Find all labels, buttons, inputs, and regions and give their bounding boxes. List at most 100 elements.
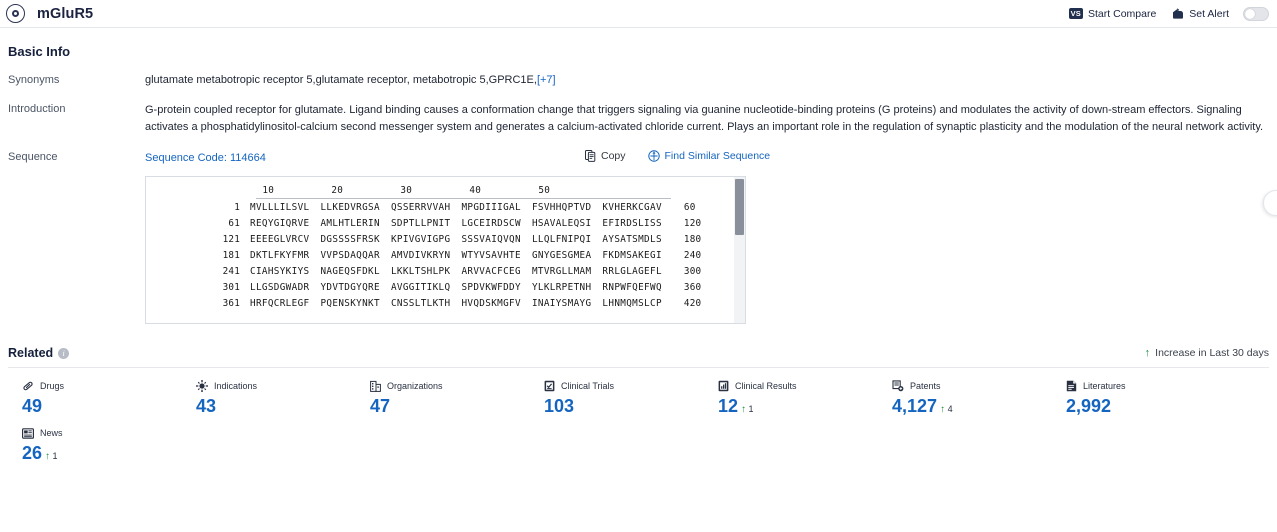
increase-note: ↑ Increase in Last 30 days <box>1145 347 1269 359</box>
sequence-tools: Copy Find Similar Sequence <box>585 150 770 162</box>
stat-value: 12 <box>718 396 739 416</box>
synonyms-text: glutamate metabotropic receptor 5,glutam… <box>145 74 537 86</box>
page-title: mGluR5 <box>37 5 94 22</box>
stat-header: Organizations <box>370 380 530 392</box>
stat-delta: ↑ 1 <box>741 404 754 415</box>
sequence-code-link[interactable]: Sequence Code: 114664 <box>145 152 266 164</box>
stat-value: 49 <box>22 396 43 416</box>
stat-delta: ↑ 1 <box>45 451 58 462</box>
sequence-chunk: ARVVACFCEG <box>461 265 521 277</box>
stat-value-wrap: 26 ↑ 1 <box>22 443 182 464</box>
basic-info-heading: Basic Info <box>8 44 71 59</box>
sequence-chunk: HSAVALEQSI <box>531 217 592 229</box>
introduction-text: G-protein coupled receptor for glutamate… <box>145 104 1264 133</box>
sequence-scrollbar[interactable] <box>734 177 745 323</box>
synonyms-more-link[interactable]: [+7] <box>537 74 556 86</box>
sequence-end-index: 360 <box>683 281 702 293</box>
stat-value-wrap: 4,127 ↑ 4 <box>892 396 1052 417</box>
synonyms-row: Synonyms glutamate metabotropic receptor… <box>8 73 1269 88</box>
sequence-chunk: INAIYSMAYG <box>531 297 592 309</box>
sequence-chunk: LGCEIRDSCW <box>461 217 521 229</box>
copy-label: Copy <box>601 150 626 162</box>
copy-sequence-button[interactable]: Copy <box>585 150 626 162</box>
sequence-content: 10 20 30 40 50 1 MVLLLILSVL LLKEDVRGSA QSSERRVV… <box>146 177 745 311</box>
stat-value: 43 <box>196 396 217 416</box>
stat-label: Patents <box>910 381 941 391</box>
sequence-chunk: LKKLTSHLPK <box>390 265 451 277</box>
stat-value-wrap: 12 ↑ 1 <box>718 396 878 417</box>
stat-card-drugs[interactable]: Drugs 49 <box>8 380 182 417</box>
synonyms-label: Synonyms <box>8 74 60 86</box>
sequence-chunk: KPIVGVIGPG <box>390 233 451 245</box>
sequence-line: 241 CIAHSYKIYS NAGEQSFDKL LKKLTSHLPK ARVVACF… <box>146 263 745 279</box>
sequence-scrollbar-thumb[interactable] <box>735 179 744 235</box>
stat-card-news[interactable]: News 26 ↑ 1 <box>8 427 182 464</box>
literature-icon <box>1066 380 1077 392</box>
vs-icon: VS <box>1068 8 1084 19</box>
stat-delta-value: 4 <box>947 404 953 414</box>
info-icon[interactable]: i <box>58 347 70 359</box>
start-compare-button[interactable]: VS Start Compare <box>1068 8 1156 20</box>
stat-card-patents[interactable]: Patents 4,127 ↑ 4 <box>878 380 1052 417</box>
virus-icon <box>196 380 208 392</box>
sequence-label: Sequence <box>8 151 58 163</box>
sequence-start-index: 361 <box>222 297 240 309</box>
news-icon <box>22 427 34 439</box>
sequence-chunk: YLKLRPETNH <box>531 281 592 293</box>
clinical-trial-icon <box>544 380 555 392</box>
sequence-end-index: 240 <box>683 249 702 261</box>
sequence-chunk: MTVRGLLMAM <box>531 265 592 277</box>
increase-note-label: Increase in Last 30 days <box>1155 347 1269 359</box>
stat-card-organizations[interactable]: Organizations 47 <box>356 380 530 417</box>
sequence-chunk: MPGDIIIGAL <box>461 201 521 213</box>
sequence-viewer[interactable]: 10 20 30 40 50 1 MVLLLILSVL LLKEDVRGSA QSSERRVV… <box>145 176 746 324</box>
arrow-up-icon: ↑ <box>45 451 51 462</box>
find-similar-sequence-button[interactable]: Find Similar Sequence <box>647 150 770 162</box>
sequence-chunk: CIAHSYKIYS <box>250 265 310 277</box>
sequence-chunk: DKTLFKYFMR <box>250 249 310 261</box>
pill-icon <box>22 380 34 392</box>
sequence-chunk: AMLHTLERIN <box>320 217 380 229</box>
clinical-result-icon <box>718 380 729 392</box>
set-alert-button[interactable]: Set Alert <box>1172 8 1229 20</box>
sequence-chunk: CNSSLTLKTH <box>390 297 451 309</box>
sequence-chunk: LLKEDVRGSA <box>320 201 380 213</box>
sequence-residues: CIAHSYKIYS NAGEQSFDKL LKKLTSHLPK ARVVACFCEG… <box>250 266 662 277</box>
sequence-chunk: KVHERKCGAV <box>602 201 662 213</box>
stat-label: Drugs <box>40 381 65 391</box>
stat-card-clinical-trials[interactable]: Clinical Trials 103 <box>530 380 704 417</box>
sequence-chunk: LLQLFNIPQI <box>531 233 592 245</box>
sequence-line: 301 LLGSDGWADR YDVTDGYQRE AVGGITIKLQ SPDVKWF… <box>146 279 745 295</box>
alert-toggle[interactable] <box>1243 6 1269 21</box>
set-alert-label: Set Alert <box>1189 7 1229 20</box>
sequence-chunk: REQYGIQRVE <box>250 217 310 229</box>
sequence-chunk: PQENSKYNKT <box>320 297 380 309</box>
sequence-chunk: LHNMQMSLCP <box>602 297 662 309</box>
sequence-residues: DKTLFKYFMR VVPSDAQQAR AMVDIVKRYN WTYVSAVHTE… <box>250 250 662 261</box>
introduction-row: Introduction G-protein coupled receptor … <box>8 102 1269 136</box>
stat-value: 4,127 <box>892 396 938 416</box>
stat-card-indications[interactable]: Indications 43 <box>182 380 356 417</box>
sequence-line: 181 DKTLFKYFMR VVPSDAQQAR AMVDIVKRYN WTYVSAV… <box>146 247 745 263</box>
sequence-start-index: 241 <box>222 265 240 277</box>
sequence-chunk: AVGGITIKLQ <box>390 281 451 293</box>
sequence-line: 361 HRFQCRLEGF PQENSKYNKT CNSSLTLKTH HVQDSKM… <box>146 295 745 311</box>
stat-header: News <box>22 427 182 439</box>
sequence-line: 61 REQYGIQRVE AMLHTLERIN SDPTLLPNIT LGCEIRDS… <box>146 215 745 231</box>
sequence-ruler-tick: 10 <box>262 185 274 196</box>
stat-card-clinical-results[interactable]: Clinical Results 12 ↑ 1 <box>704 380 878 417</box>
sequence-chunk: SDPTLLPNIT <box>390 217 451 229</box>
sequence-chunk: FKDMSAKEGI <box>602 249 662 261</box>
stat-card-literatures[interactable]: Literatures 2,992 <box>1052 380 1226 417</box>
stat-delta: ↑ 4 <box>940 404 953 415</box>
stat-delta-value: 1 <box>52 451 58 461</box>
synonyms-value: glutamate metabotropic receptor 5,glutam… <box>145 73 1269 88</box>
find-similar-icon <box>647 150 660 162</box>
introduction-label: Introduction <box>8 103 66 115</box>
sequence-residues: LLGSDGWADR YDVTDGYQRE AVGGITIKLQ SPDVKWFDDY… <box>250 282 662 293</box>
sequence-residues: EEEEGLVRCV DGSSSSFRSK KPIVGVIGPG SSSVAIQVQN… <box>250 234 662 245</box>
sequence-end-index: 120 <box>683 217 702 229</box>
sequence-chunk: RNPWFQEFWQ <box>602 281 662 293</box>
sequence-end-index: 420 <box>683 297 702 309</box>
sequence-line: 121 EEEEGLVRCV DGSSSSFRSK KPIVGVIGPG SSSVAIQ… <box>146 231 745 247</box>
